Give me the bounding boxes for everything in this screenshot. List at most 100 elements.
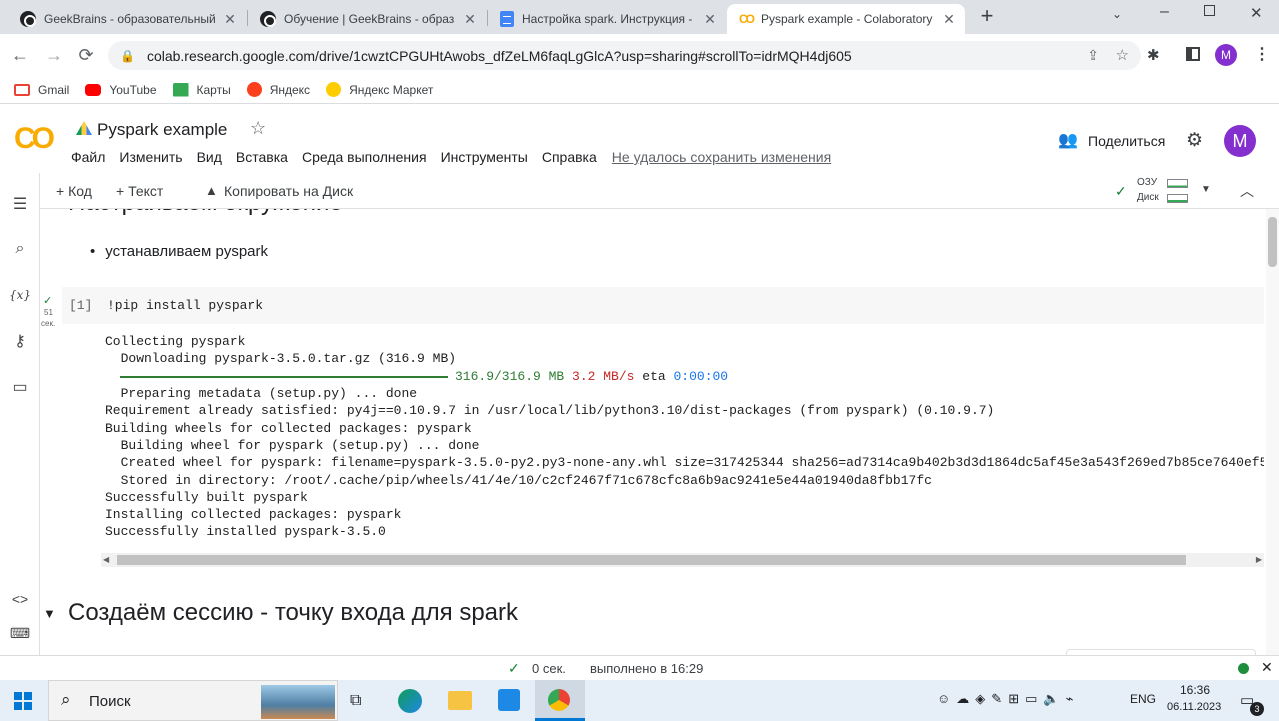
share-button[interactable]: Поделиться: [1088, 133, 1165, 149]
menu-help[interactable]: Справка: [542, 149, 597, 165]
browser-tab-strip: GeekBrains - образовательный ✕ Обучение …: [0, 0, 1279, 34]
tab-title: Обучение | GeekBrains - образ: [284, 12, 455, 26]
scrollbar-thumb[interactable]: [1268, 217, 1277, 267]
scrollbar-thumb[interactable]: [117, 555, 1186, 565]
restore-icon[interactable]: [1204, 5, 1215, 16]
colab-icon: CO: [739, 12, 755, 26]
taskbar-chrome-button[interactable]: [535, 680, 585, 721]
nvidia-icon[interactable]: ◈: [975, 691, 985, 707]
clock-time[interactable]: 16:36: [1180, 683, 1210, 697]
table-of-contents-icon[interactable]: ☰: [10, 194, 30, 214]
settings-gear-icon[interactable]: ⚙: [1186, 129, 1203, 152]
output-line: Downloading pyspark-3.5.0.tar.gz (316.9 …: [105, 351, 457, 366]
close-status-icon[interactable]: ✕: [1261, 659, 1273, 676]
tray-tool-icon[interactable]: ✎: [991, 691, 1002, 707]
reload-icon[interactable]: ⟳: [70, 39, 102, 71]
forward-icon[interactable]: →: [38, 39, 70, 71]
file-explorer-icon[interactable]: [448, 691, 472, 710]
output-line: Successfully installed pyspark-3.5.0: [105, 524, 386, 539]
tray-security-icon[interactable]: ⊞: [1008, 691, 1019, 707]
add-text-button[interactable]: + Текст: [116, 183, 163, 199]
collapse-header-icon[interactable]: ︿: [1240, 181, 1254, 201]
download-progress-line: 316.9/316.9 MB 3.2 MB/s eta 0:00:00: [105, 368, 728, 385]
output-line: Successfully built pyspark: [105, 490, 308, 505]
output-line: Installing collected packages: pyspark: [105, 507, 402, 522]
menu-file[interactable]: Файл: [71, 149, 105, 165]
side-panel-icon[interactable]: [1186, 47, 1200, 61]
menu-insert[interactable]: Вставка: [236, 149, 288, 165]
variables-icon[interactable]: {x}: [9, 285, 31, 305]
microsoft-store-icon[interactable]: [498, 689, 520, 711]
browser-tab-geekbrains[interactable]: GeekBrains - образовательный ✕: [8, 4, 246, 34]
menu-tools[interactable]: Инструменты: [441, 149, 528, 165]
bookmark-maps[interactable]: Карты: [172, 82, 231, 97]
battery-icon[interactable]: ▭: [1025, 691, 1037, 707]
edge-icon[interactable]: [398, 689, 422, 713]
weather-icon[interactable]: ☁: [956, 691, 969, 707]
window-close-icon[interactable]: ✕: [1250, 4, 1263, 22]
browser-tab-spark-setup[interactable]: Настройка spark. Инструкция - ✕: [488, 4, 726, 34]
runtime-dropdown-icon[interactable]: ▼: [1201, 184, 1211, 195]
code-snippets-icon[interactable]: <>: [10, 589, 30, 609]
star-icon[interactable]: ☆: [250, 118, 266, 139]
close-icon[interactable]: ✕: [941, 11, 957, 28]
tab-search-icon[interactable]: ⌄: [1112, 7, 1122, 21]
windows-start-icon[interactable]: [14, 692, 32, 710]
copy-to-drive-button[interactable]: Копировать на Диск: [224, 183, 353, 199]
secrets-key-icon[interactable]: ⚷: [10, 331, 30, 351]
code-editor[interactable]: !pip install pyspark: [107, 298, 263, 313]
menu-edit[interactable]: Изменить: [119, 149, 182, 165]
bookmark-yandex-market[interactable]: Яндекс Маркет: [326, 82, 433, 97]
lock-icon: 🔒: [120, 48, 135, 63]
output-horizontal-scrollbar[interactable]: ◀ ▶: [101, 553, 1264, 567]
bookmark-yandex[interactable]: Яндекс: [246, 82, 311, 97]
scroll-left-icon[interactable]: ◀: [103, 555, 109, 564]
command-palette-icon[interactable]: ⌨: [10, 623, 30, 643]
menu-view[interactable]: Вид: [197, 149, 222, 165]
taskbar-search-box[interactable]: ⌕ Поиск: [48, 680, 338, 721]
close-icon[interactable]: ✕: [702, 11, 718, 28]
browser-menu-icon[interactable]: ⋮: [1254, 44, 1270, 64]
bookmark-youtube[interactable]: YouTube: [85, 83, 157, 97]
new-tab-icon[interactable]: +: [976, 5, 998, 29]
execution-time-unit: сек.: [41, 319, 56, 328]
network-icon[interactable]: ⌁: [1066, 691, 1074, 707]
scroll-right-icon[interactable]: ▶: [1256, 555, 1262, 564]
notebook-content: Настраиваем окружение • устанавливаем pys…: [40, 209, 1279, 655]
notebook-vertical-scrollbar[interactable]: [1266, 209, 1279, 655]
add-code-button[interactable]: + Код: [56, 183, 92, 199]
task-view-icon[interactable]: ⧉: [350, 692, 361, 710]
bookmark-label: Яндекс: [269, 82, 311, 97]
menu-runtime[interactable]: Среда выполнения: [302, 149, 427, 165]
share-page-icon[interactable]: ⇪: [1087, 47, 1099, 64]
close-icon[interactable]: ✕: [462, 11, 478, 28]
gmail-icon: [14, 83, 30, 96]
colab-logo[interactable]: CO: [14, 122, 55, 156]
collapse-section-icon[interactable]: ▼: [43, 606, 56, 621]
bookmark-gmail[interactable]: Gmail: [14, 83, 69, 97]
runtime-status-dot[interactable]: [1238, 663, 1249, 674]
clock-date[interactable]: 06.11.2023: [1167, 701, 1221, 713]
extensions-icon[interactable]: ✱: [1147, 46, 1163, 64]
volume-icon[interactable]: 🔈: [1043, 691, 1059, 707]
code-cell[interactable]: [1] !pip install pyspark: [62, 287, 1264, 324]
execution-time: 51: [44, 308, 53, 317]
address-bar[interactable]: 🔒 colab.research.google.com/drive/1cwztC…: [108, 41, 1141, 70]
menu-bar: Файл Изменить Вид Вставка Среда выполнен…: [71, 149, 831, 165]
language-indicator[interactable]: ENG: [1130, 692, 1156, 706]
download-progress-bar: [120, 375, 448, 378]
notebook-title[interactable]: Pyspark example: [97, 120, 227, 140]
search-icon[interactable]: ⌕: [10, 239, 30, 259]
browser-tab-colab[interactable]: CO Pyspark example - Colaboratory ✕: [727, 4, 965, 34]
files-folder-icon[interactable]: ▭: [10, 377, 30, 397]
back-icon[interactable]: ←: [4, 39, 36, 71]
ram-label: ОЗУ: [1137, 177, 1158, 188]
browser-tab-geekbrains-learning[interactable]: Обучение | GeekBrains - образ ✕: [248, 4, 486, 34]
minimize-icon[interactable]: –: [1160, 3, 1169, 21]
bookmark-star-icon[interactable]: ☆: [1116, 46, 1129, 64]
tray-app-icon[interactable]: ☺: [937, 691, 950, 707]
account-avatar[interactable]: M: [1224, 125, 1256, 157]
profile-avatar[interactable]: M: [1215, 44, 1237, 66]
close-icon[interactable]: ✕: [222, 11, 238, 28]
save-status-link[interactable]: Не удалось сохранить изменения: [612, 149, 831, 165]
